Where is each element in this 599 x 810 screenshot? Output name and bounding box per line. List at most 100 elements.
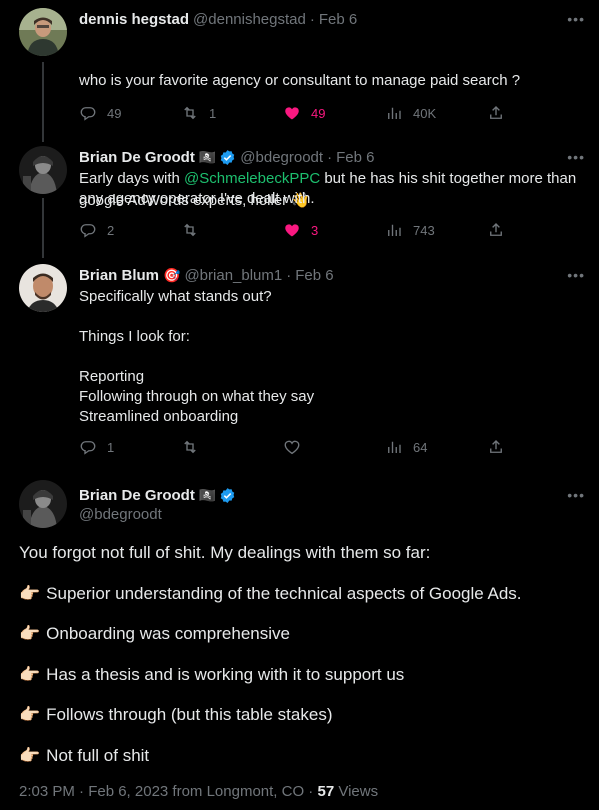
main-tweet-text: You forgot not full of shit. My dealings… xyxy=(19,543,585,786)
retweet-button[interactable]: 1 xyxy=(181,104,283,122)
reply-button[interactable]: 1 xyxy=(79,438,181,456)
author-name[interactable]: Brian Blum xyxy=(79,267,159,284)
heart-icon xyxy=(285,107,299,120)
more-icon[interactable]: ••• xyxy=(567,268,585,282)
share-button[interactable] xyxy=(487,221,505,239)
tweet-actions: 49 1 49 40K xyxy=(79,103,509,123)
more-icon[interactable]: ••• xyxy=(567,488,585,502)
verified-icon xyxy=(219,149,236,166)
tweet-dennis-hegstad[interactable]: dennis hegstad @dennishegstad · Feb 6 ••… xyxy=(0,0,599,209)
list-item-text: Has a thesis and is working with it to s… xyxy=(46,664,405,684)
heart-icon xyxy=(284,440,300,455)
reply-button[interactable]: 49 xyxy=(79,104,181,122)
views-button[interactable]: 40K xyxy=(385,104,487,122)
reply-count: 2 xyxy=(107,222,115,238)
tweet-date[interactable]: Feb 6 xyxy=(319,11,357,28)
author-name[interactable]: Brian De Groodt xyxy=(79,149,195,166)
views-count: 743 xyxy=(413,222,435,238)
share-icon xyxy=(490,106,502,119)
views-label: Views xyxy=(334,783,379,800)
author-handle[interactable]: @brian_blum1 xyxy=(184,267,282,284)
share-button[interactable] xyxy=(487,104,505,122)
tweet-date[interactable]: Feb 6 xyxy=(295,267,333,284)
reply-count: 49 xyxy=(107,105,122,121)
mention-link[interactable]: @SchmelebeckPPC xyxy=(184,170,320,187)
tweet-actions: 1 64 xyxy=(79,437,509,457)
avatar[interactable] xyxy=(19,264,67,312)
retweet-icon xyxy=(184,106,196,120)
separator-dot: · xyxy=(309,10,315,28)
retweet-icon xyxy=(184,223,196,237)
pirate-flag-emoji: 🏴‍☠️ xyxy=(198,148,217,165)
tweet-metadata: 2:03 PM · Feb 6, 2023 from Longmont, CO … xyxy=(19,783,378,800)
tweet-thread: dennis hegstad @dennishegstad · Feb 6 ••… xyxy=(0,0,599,810)
pirate-flag-emoji: 🏴‍☠️ xyxy=(198,486,217,503)
target-emoji: 🎯 xyxy=(163,266,181,283)
tweet-text: Early days with @SchmelebeckPPC but he h… xyxy=(79,169,585,209)
main-tweet-intro: You forgot not full of shit. My dealings… xyxy=(19,543,431,562)
tweet-brian-de-groodt[interactable]: Brian De Groodt 🏴‍☠️ @bdegroodt · Feb 6 … xyxy=(0,140,599,258)
like-count: 3 xyxy=(311,222,319,238)
retweet-count: 1 xyxy=(209,105,217,121)
pointing-hand-emoji: 👉🏻 xyxy=(19,705,41,724)
views-button[interactable]: 64 xyxy=(385,438,487,456)
views-icon xyxy=(388,107,401,119)
list-item-text: Superior understanding of the technical … xyxy=(46,583,522,603)
more-icon[interactable]: ••• xyxy=(567,150,585,164)
views-count: 64 xyxy=(413,439,428,455)
views-icon xyxy=(388,224,401,236)
list-item: 👉🏻 Superior understanding of the technica… xyxy=(19,584,585,604)
list-item: 👉🏻 Not full of shit xyxy=(19,746,585,766)
avatar[interactable] xyxy=(19,146,67,194)
tweet-text: Specifically what stands out? Things I l… xyxy=(79,288,315,425)
pointing-hand-emoji: 👉🏻 xyxy=(19,745,41,765)
like-button[interactable] xyxy=(283,438,385,456)
separator-dot: · xyxy=(327,148,333,166)
tweet-brian-blum[interactable]: Brian Blum 🎯 @brian_blum1 · Feb 6 ••• Sp… xyxy=(0,258,599,468)
list-item-text: Not full of shit xyxy=(46,745,150,765)
views-count: 57 xyxy=(317,783,335,800)
like-count: 49 xyxy=(311,105,326,121)
reply-count: 1 xyxy=(107,439,115,455)
list-item: 👉🏻 Has a thesis and is working with it to… xyxy=(19,665,585,685)
tweet-text-line: who is your favorite agency or consultan… xyxy=(79,72,521,89)
share-icon xyxy=(490,440,502,453)
like-button[interactable]: 3 xyxy=(283,221,385,239)
tweet-text-segment: Early days with xyxy=(79,170,185,187)
like-button[interactable]: 49 xyxy=(283,104,385,122)
verified-icon xyxy=(219,487,236,504)
author-handle[interactable]: @bdegroodt xyxy=(240,149,323,166)
retweet-icon xyxy=(184,440,196,454)
avatar[interactable] xyxy=(19,8,67,56)
list-item-text: Follows through (but this table stakes) xyxy=(46,705,333,724)
author-handle[interactable]: @bdegroodt xyxy=(79,506,236,523)
pointing-hand-emoji: 👉🏻 xyxy=(19,583,41,603)
pointing-hand-emoji: 👉🏻 xyxy=(19,664,41,684)
share-button[interactable] xyxy=(487,438,505,456)
tweet-actions: 2 3 743 xyxy=(79,220,509,240)
heart-icon xyxy=(285,224,299,237)
retweet-button[interactable] xyxy=(181,221,283,239)
list-item: 👉🏻 Follows through (but this table stakes… xyxy=(19,705,585,725)
reply-icon xyxy=(80,107,96,121)
views-icon xyxy=(388,441,401,453)
separator-dot: · xyxy=(286,266,292,284)
share-icon xyxy=(490,223,502,236)
reply-icon xyxy=(80,441,96,455)
list-item-text: Onboarding was comprehensive xyxy=(46,624,290,643)
pointing-hand-emoji: 👉🏻 xyxy=(19,624,41,643)
main-tweet-author: Brian De Groodt 🏴‍☠️ @bdegroodt xyxy=(79,485,236,523)
tweet-timestamp[interactable]: 2:03 PM · Feb 6, 2023 from Longmont, CO … xyxy=(19,783,317,800)
views-count: 40K xyxy=(413,105,437,121)
author-handle[interactable]: @dennishegstad xyxy=(193,11,306,28)
reply-icon xyxy=(80,224,96,238)
author-name[interactable]: Brian De Groodt xyxy=(79,487,195,504)
list-item: 👉🏻 Onboarding was comprehensive xyxy=(19,624,585,644)
more-icon[interactable]: ••• xyxy=(567,12,585,26)
avatar[interactable] xyxy=(19,480,67,528)
reply-button[interactable]: 2 xyxy=(79,221,181,239)
views-button[interactable]: 743 xyxy=(385,221,487,239)
tweet-date[interactable]: Feb 6 xyxy=(336,149,374,166)
author-name[interactable]: dennis hegstad xyxy=(79,11,189,28)
retweet-button[interactable] xyxy=(181,438,283,456)
